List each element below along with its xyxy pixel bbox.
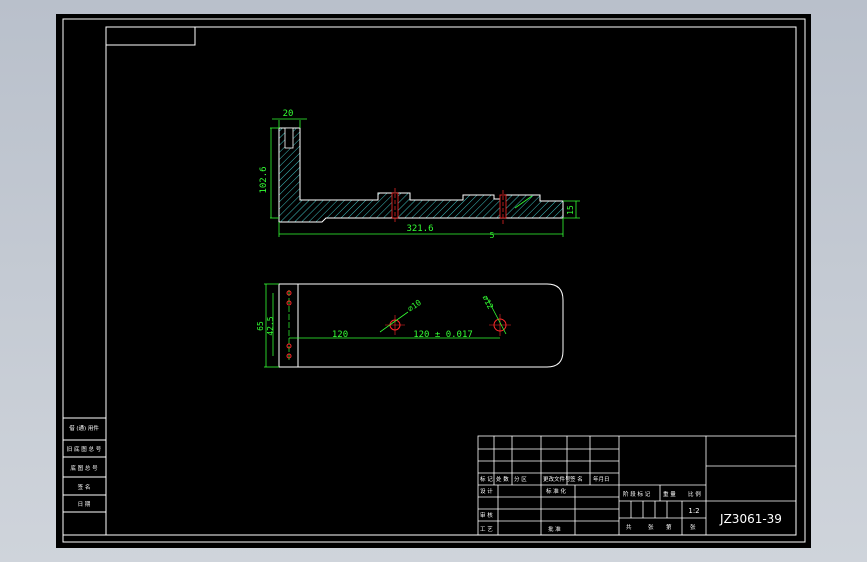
tb-check: 审 核 <box>480 511 493 519</box>
tb-scale: 1:2 <box>688 507 699 515</box>
upright-slot <box>284 127 294 149</box>
tb-process: 工 艺 <box>480 526 493 533</box>
tb-sheet-a: 共 <box>626 523 632 531</box>
dim-right: 15 <box>566 205 575 215</box>
dim-small: 5 <box>490 231 495 240</box>
tb-sign: 签 名 <box>570 475 583 483</box>
tb-stage: 阶 段 标 记 <box>623 490 651 498</box>
tb-sheet-c: 第 <box>666 523 672 531</box>
tb-sheet-b: 张 <box>648 523 654 531</box>
tb-sheet-d: 张 <box>690 523 696 531</box>
tb-mark: 标 记 <box>480 475 493 483</box>
drawing-number: JZ3061-39 <box>719 512 782 526</box>
tb-change-file: 更改文件号 <box>543 475 571 483</box>
dim-length: 321.6 <box>406 224 433 234</box>
dim-height: 102.6 <box>259 166 269 193</box>
tb-zone: 分 区 <box>514 475 527 483</box>
tb-design: 设 计 <box>480 487 493 495</box>
dim-left-span: 120 <box>332 330 348 340</box>
cad-viewport[interactable]: 借 (通) 用件 旧 底 图 总 号 底 图 总 号 签 名 日 期 20 10… <box>0 0 867 562</box>
stamp-label: 签 名 <box>78 483 91 491</box>
paper-background <box>56 14 811 548</box>
tb-approve: 批 准 <box>548 525 561 533</box>
stamp-label: 借 (通) 用件 <box>69 424 99 432</box>
dim-right-span: 120 ± 0.017 <box>413 330 473 340</box>
stamp-label: 旧 底 图 总 号 <box>67 445 102 453</box>
stamp-label: 底 图 总 号 <box>70 464 98 472</box>
tb-scale-label: 比 例 <box>688 490 701 498</box>
tb-standard: 标 准 化 <box>546 487 566 495</box>
tb-weight: 重 量 <box>663 490 676 498</box>
drawing-sheet[interactable]: 借 (通) 用件 旧 底 图 总 号 底 图 总 号 签 名 日 期 20 10… <box>0 0 867 562</box>
tb-date: 年月日 <box>593 475 610 483</box>
dim-height-outer: 65 <box>256 321 265 331</box>
stamp-label: 日 期 <box>78 501 91 508</box>
tb-count: 处 数 <box>496 475 509 483</box>
dim-height-inner: 42.5 <box>266 316 275 335</box>
dim-top-width: 20 <box>283 109 294 119</box>
